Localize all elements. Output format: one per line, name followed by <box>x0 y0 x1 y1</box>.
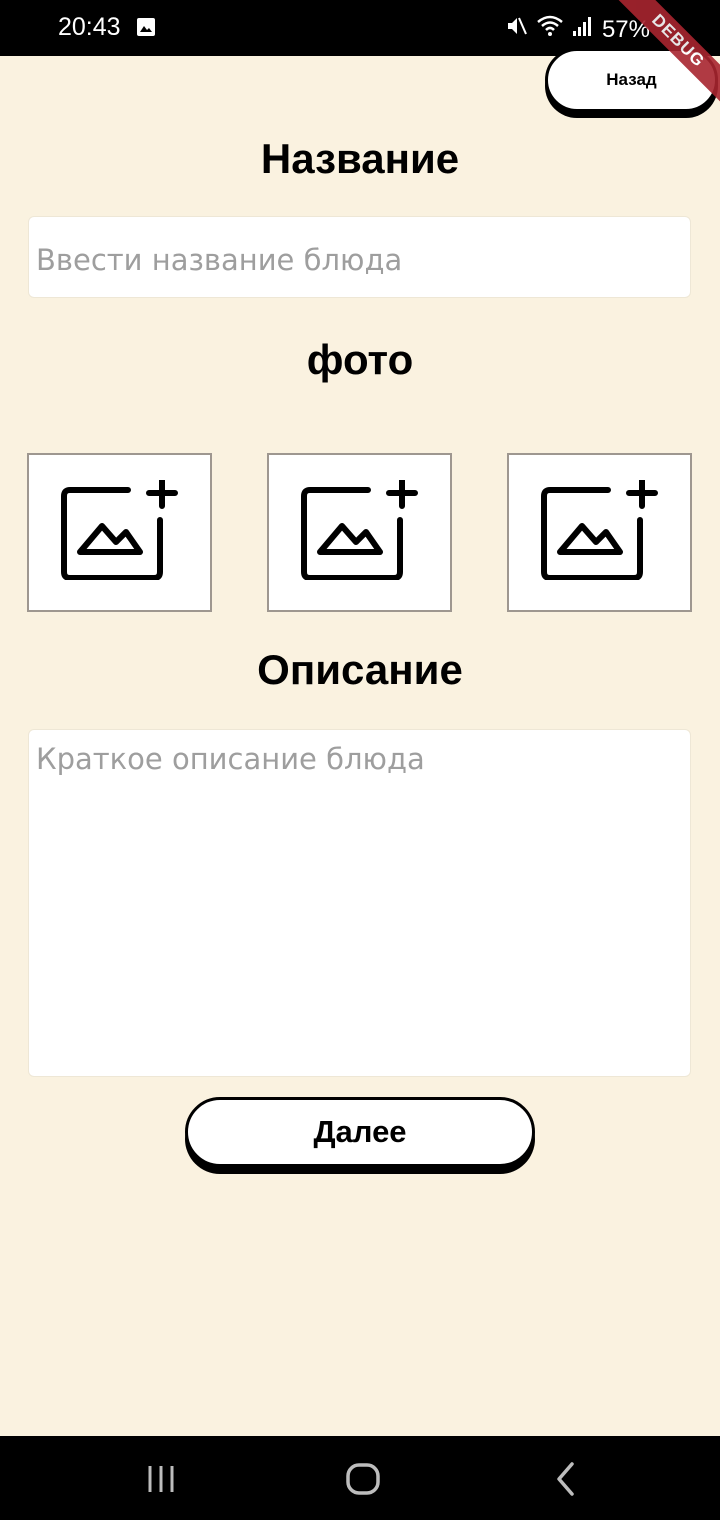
photo-heading: фото <box>306 336 414 383</box>
name-heading: Название <box>260 135 460 182</box>
gallery-notification-icon <box>136 17 156 42</box>
photo-slot-2[interactable] <box>267 453 452 612</box>
signal-icon <box>572 15 594 44</box>
wifi-icon <box>536 15 564 44</box>
navigation-bar <box>0 1436 720 1520</box>
next-button[interactable]: Далее <box>185 1097 535 1167</box>
status-time: 20:43 <box>58 13 121 41</box>
home-icon[interactable] <box>344 1458 382 1503</box>
photo-slot-3[interactable] <box>507 453 692 612</box>
description-placeholder: Краткое описание блюда <box>36 742 425 776</box>
recent-apps-icon[interactable] <box>146 1458 178 1503</box>
photo-slot-1[interactable] <box>27 453 212 612</box>
dish-name-input[interactable]: Ввести название блюда <box>28 216 691 298</box>
dish-name-placeholder: Ввести название блюда <box>36 243 403 277</box>
add-photo-icon <box>60 477 180 585</box>
status-icons: 57% <box>504 14 650 45</box>
description-heading: Описание <box>257 646 463 693</box>
mute-icon <box>504 14 528 45</box>
description-input[interactable]: Краткое описание блюда <box>28 729 691 1077</box>
back-icon[interactable] <box>550 1458 580 1503</box>
add-photo-icon <box>540 477 660 585</box>
add-photo-icon <box>300 477 420 585</box>
